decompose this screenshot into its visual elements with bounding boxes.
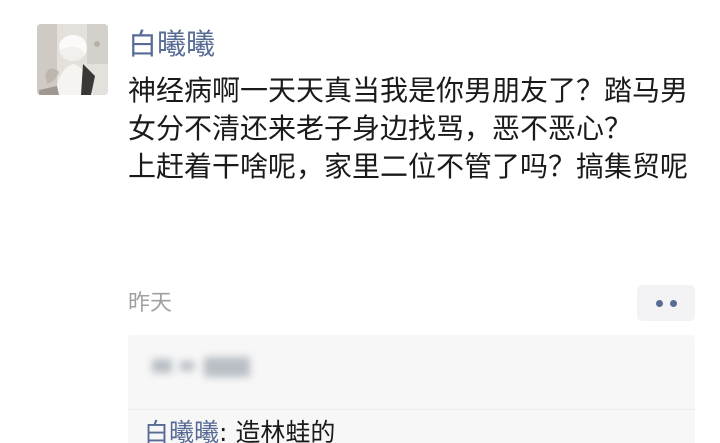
comment-item[interactable]: 白曦曦: 造林蛙的	[144, 413, 335, 443]
comments-panel: 白曦曦: 造林蛙的	[128, 335, 695, 443]
post-timestamp: 昨天	[128, 291, 173, 316]
avatar[interactable]	[37, 24, 108, 95]
author-name[interactable]: 白曦曦	[128, 24, 215, 64]
post-paragraph: 上赶着干啥呢，家里二位不管了吗？搞集贸呢	[128, 150, 689, 183]
ellipsis-icon	[655, 299, 663, 307]
comment-author[interactable]: 白曦曦	[144, 418, 219, 443]
post-body: 神经病啊一天天真当我是你男朋友了？踏马男女分不清还来老子身边找骂，恶不恶心？ 上…	[128, 72, 698, 186]
redacted-like-name	[180, 361, 194, 371]
moments-post: 白曦曦 神经病啊一天天真当我是你男朋友了？踏马男女分不清还来老子身边找骂，恶不恶…	[0, 0, 720, 443]
more-actions-button[interactable]	[637, 285, 695, 321]
likes-row-redacted	[146, 351, 256, 387]
ellipsis-icon	[669, 299, 677, 307]
post-paragraph: 神经病啊一天天真当我是你男朋友了？踏马男女分不清还来老子身边找骂，恶不恶心？	[128, 74, 689, 145]
redacted-like-name	[204, 357, 250, 377]
comments-divider	[128, 409, 695, 410]
avatar-illustration	[37, 24, 108, 95]
comment-text: 造林蛙的	[235, 418, 336, 443]
redacted-like-icon	[152, 359, 172, 373]
comment-separator: :	[219, 418, 236, 443]
